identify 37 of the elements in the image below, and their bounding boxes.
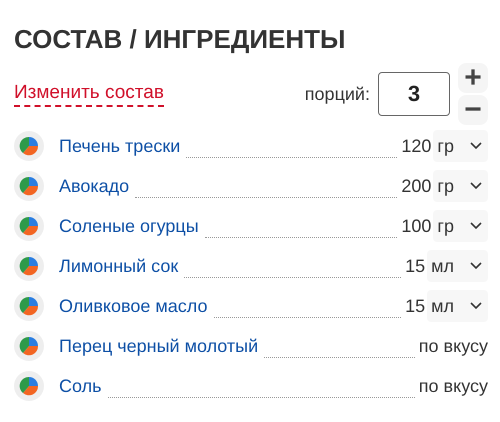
- caret-icon: [470, 262, 482, 270]
- pie-chart-icon[interactable]: [14, 171, 44, 201]
- unit-dropdown[interactable]: мл: [427, 250, 488, 282]
- amount-text: 200: [401, 176, 432, 196]
- pie-chart-icon[interactable]: [14, 371, 44, 401]
- ingredient-link[interactable]: Лимонный сок: [59, 256, 178, 276]
- pie-chart-icon[interactable]: [14, 251, 44, 281]
- pie-chart-icon[interactable]: [14, 131, 44, 161]
- section-title: СОСТАВ / ИНГРЕДИЕНТЫ: [14, 23, 346, 56]
- ingredient-link[interactable]: Соль: [59, 376, 102, 396]
- ingredient-link[interactable]: Оливковое масло: [59, 296, 208, 316]
- unit-dropdown[interactable]: гр: [433, 130, 488, 162]
- amount-text: по вкусу: [418, 376, 488, 396]
- servings-field[interactable]: 3: [378, 72, 450, 116]
- pie-chart-icon[interactable]: [14, 211, 44, 241]
- ingredient-link[interactable]: Авокадо: [59, 176, 130, 196]
- ingredient-link[interactable]: Печень трески: [59, 136, 180, 156]
- edit-link[interactable]: Изменить состав: [14, 82, 164, 106]
- ingredient-link[interactable]: Соленые огурцы: [59, 216, 199, 236]
- increase-button[interactable]: +: [458, 63, 488, 93]
- amount-text: 15: [405, 296, 426, 316]
- decrease-button[interactable]: −: [458, 95, 488, 125]
- unit-dropdown[interactable]: гр: [433, 210, 488, 242]
- amount-text: 15: [405, 256, 426, 276]
- unit-dropdown[interactable]: гр: [433, 170, 488, 202]
- servings-label: порций:: [304, 84, 370, 104]
- amount-text: по вкусу: [418, 336, 488, 356]
- amount-text: 100: [401, 216, 432, 236]
- pie-chart-icon[interactable]: [14, 331, 44, 361]
- caret-icon: [470, 222, 482, 230]
- caret-icon: [470, 142, 482, 150]
- caret-icon: [470, 182, 482, 190]
- ingredient-link[interactable]: Перец черный молотый: [59, 336, 258, 356]
- caret-icon: [470, 302, 482, 310]
- pie-chart-icon[interactable]: [14, 291, 44, 321]
- unit-dropdown[interactable]: мл: [427, 290, 488, 322]
- amount-text: 120: [401, 136, 432, 156]
